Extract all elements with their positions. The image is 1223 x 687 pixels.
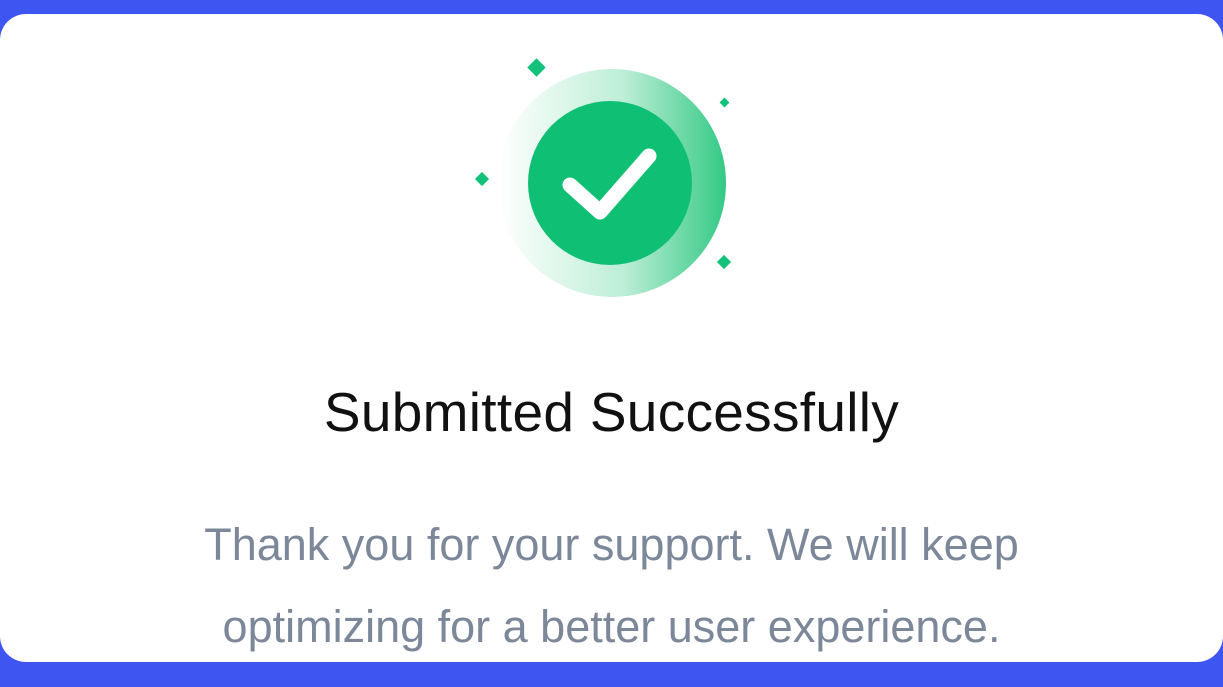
message-line: Thank you for your support. We will keep (204, 519, 1019, 570)
check-circle-icon (460, 40, 750, 300)
message-line: optimizing for a better user experience. (222, 601, 1001, 652)
success-dialog: Submitted Successfully Thank you for you… (0, 14, 1223, 662)
sparkle-icon (719, 97, 730, 108)
sparkle-icon (716, 254, 732, 270)
dialog-title: Submitted Successfully (323, 381, 900, 443)
screen-frame: Submitted Successfully Thank you for you… (0, 0, 1223, 687)
sparkle-icon (474, 171, 490, 187)
dialog-message: Thank you for your support. We will keep… (0, 504, 1223, 662)
sparkle-icon (527, 58, 546, 77)
